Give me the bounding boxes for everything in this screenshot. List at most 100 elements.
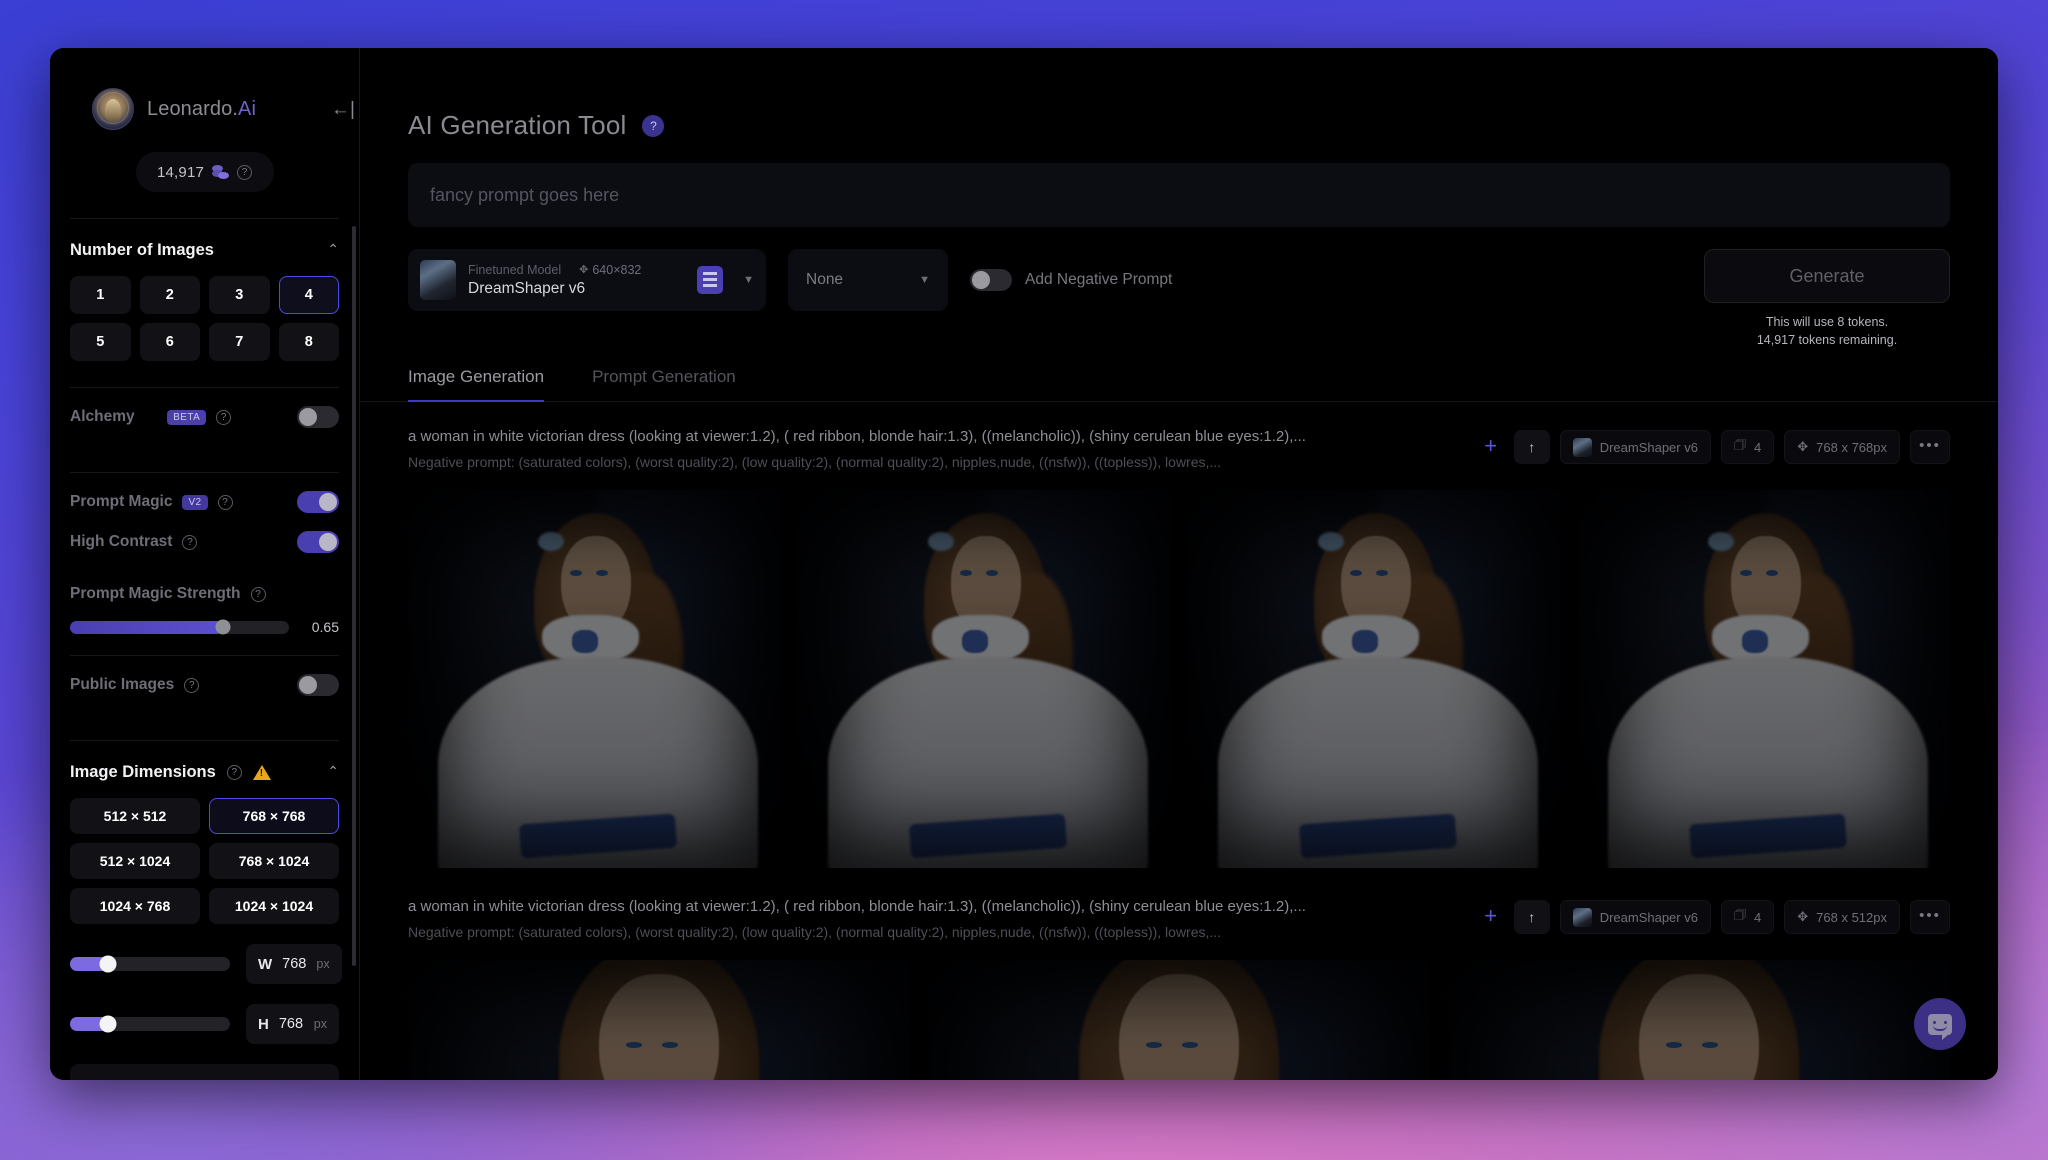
result-image[interactable]	[408, 960, 910, 1080]
result-prompt: a woman in white victorian dress (lookin…	[408, 898, 1306, 916]
size-chip-label: 768 x 512px	[1816, 909, 1887, 925]
flask-icon: ⚗	[144, 408, 158, 425]
count-chip[interactable]: 🗇 4	[1720, 430, 1775, 465]
model-chip-thumbnail	[1572, 907, 1592, 927]
image-count-option-3[interactable]: 3	[209, 276, 270, 314]
result-image[interactable]	[408, 490, 780, 869]
image-count-option-8[interactable]: 8	[278, 323, 339, 361]
tab-prompt-generation[interactable]: Prompt Generation	[592, 367, 736, 401]
model-type-icon	[697, 266, 724, 294]
brand-row[interactable]: Leonardo.Ai	[70, 48, 339, 130]
alchemy-beta-badge: BETA	[167, 409, 207, 425]
prompt-magic-version-badge: V2	[182, 494, 208, 510]
alchemy-toggle[interactable]	[297, 406, 339, 428]
result-image[interactable]	[928, 960, 1430, 1080]
upload-icon[interactable]: ↑	[1513, 430, 1550, 465]
collapse-sidebar-icon[interactable]: ←|	[329, 96, 357, 124]
height-slider[interactable]	[70, 1015, 230, 1033]
dimension-preset-768x768[interactable]: 768 × 768	[209, 798, 339, 834]
number-of-images-header[interactable]: Number of Images ⌃	[70, 219, 339, 260]
dimension-preset-512x512[interactable]: 512 × 512	[70, 798, 200, 834]
high-contrast-help-icon[interactable]: ?	[182, 534, 198, 550]
prompt-magic-strength-label: Prompt Magic Strength	[70, 585, 241, 602]
result-image[interactable]	[1578, 490, 1950, 869]
size-chip[interactable]: ✥ 768 x 512px	[1784, 900, 1900, 935]
result-negative-prompt: Negative prompt: (saturated colors), (wo…	[408, 924, 1222, 941]
height-input[interactable]: H 768 px	[246, 1004, 339, 1044]
token-help-icon[interactable]: ?	[237, 164, 253, 180]
count-chip[interactable]: 🗇 4	[1720, 900, 1775, 935]
public-images-toggle[interactable]	[297, 674, 339, 696]
public-images-help-icon[interactable]: ?	[184, 677, 200, 693]
number-of-images-title: Number of Images	[70, 241, 214, 259]
leonardo-logo-icon	[92, 88, 134, 130]
page-help-icon[interactable]: ?	[642, 114, 665, 137]
prompt-magic-label: Prompt Magic	[70, 493, 173, 510]
size-chip[interactable]: ✥ 768 x 768px	[1784, 430, 1900, 465]
prompt-input[interactable]: fancy prompt goes here	[408, 163, 1950, 227]
dimension-preset-512x1024[interactable]: 512 × 1024	[70, 843, 200, 879]
image-count-option-2[interactable]: 2	[139, 276, 200, 314]
more-options-icon[interactable]: •••	[1910, 900, 1950, 935]
token-balance-pill[interactable]: 14,917 ?	[135, 152, 274, 192]
tab-image-generation[interactable]: Image Generation	[408, 367, 545, 403]
image-count-option-7[interactable]: 7	[209, 323, 270, 361]
brand-name-accent: Ai	[238, 97, 256, 120]
images-stack-icon: 🗇	[1733, 437, 1747, 453]
model-selector[interactable]: Finetuned Model ✥ 640×832 DreamShaper v6 …	[408, 249, 766, 311]
width-axis-label: W	[258, 955, 273, 973]
add-icon[interactable]: +	[1478, 434, 1504, 460]
chevron-up-icon[interactable]: ⌃	[327, 763, 339, 780]
high-contrast-row: High Contrast ?	[70, 531, 339, 571]
width-input[interactable]: W 768 px	[246, 944, 342, 984]
image-dimensions-header[interactable]: Image Dimensions ? ⌃	[70, 741, 339, 782]
image-count-option-4[interactable]: 4	[278, 276, 339, 314]
result-image[interactable]	[798, 490, 1170, 869]
image-count-option-5[interactable]: 5	[70, 323, 131, 361]
dimension-preset-1024x768[interactable]: 1024 × 768	[70, 888, 200, 924]
page-title-row: AI Generation Tool ?	[408, 110, 1950, 141]
public-images-label: Public Images	[70, 676, 175, 693]
width-slider[interactable]	[70, 955, 230, 973]
more-options-icon[interactable]: •••	[1910, 430, 1950, 465]
dimension-preset-768x1024[interactable]: 768 × 1024	[209, 843, 339, 879]
content-tabs: Image Generation Prompt Generation	[360, 367, 1998, 403]
count-chip-label: 4	[1754, 439, 1762, 455]
image-count-option-1[interactable]: 1	[70, 276, 131, 314]
prompt-magic-strength-help-icon[interactable]: ?	[250, 586, 266, 602]
chevron-down-icon[interactable]: ▼	[743, 274, 754, 286]
prompt-magic-toggle[interactable]	[297, 491, 339, 513]
result-image[interactable]	[1448, 960, 1950, 1080]
result-block: a woman in white victorian dress (lookin…	[408, 868, 1950, 1080]
height-unit: px	[313, 1017, 327, 1031]
generate-note-line2: 14,917 tokens remaining.	[1756, 333, 1898, 348]
image-count-option-6[interactable]: 6	[139, 323, 200, 361]
results-list: a woman in white victorian dress (lookin…	[360, 402, 1998, 1080]
model-chip[interactable]: DreamShaper v6	[1559, 900, 1711, 935]
coins-icon	[212, 164, 230, 180]
dimension-preset-1024x1024[interactable]: 1024 × 1024	[209, 888, 339, 924]
model-chip[interactable]: DreamShaper v6	[1559, 430, 1711, 465]
aspect-ratio-select[interactable]: 1:1 ⌄	[70, 1064, 339, 1080]
add-icon[interactable]: +	[1478, 904, 1504, 930]
high-contrast-label: High Contrast	[70, 533, 173, 550]
move-icon: ✥	[1797, 909, 1809, 925]
result-negative-prompt: Negative prompt: (saturated colors), (wo…	[408, 454, 1222, 471]
generation-toolbar: Finetuned Model ✥ 640×832 DreamShaper v6 …	[408, 249, 1950, 349]
preset-select[interactable]: None ▼	[788, 249, 948, 311]
high-contrast-toggle[interactable]	[297, 531, 339, 553]
images-stack-icon: 🗇	[1733, 907, 1747, 923]
alchemy-help-icon[interactable]: ?	[216, 409, 232, 425]
prompt-magic-help-icon[interactable]: ?	[217, 494, 233, 510]
chat-widget-button[interactable]	[1914, 998, 1966, 1050]
generate-button[interactable]: Generate	[1704, 249, 1950, 303]
upload-icon[interactable]: ↑	[1513, 900, 1550, 935]
image-dimensions-help-icon[interactable]: ?	[226, 765, 242, 780]
sidebar-scrollbar[interactable]	[352, 226, 356, 966]
prompt-magic-strength-slider[interactable]	[70, 619, 289, 635]
negative-prompt-toggle[interactable]	[970, 269, 1012, 291]
chevron-up-icon[interactable]: ⌃	[327, 241, 339, 258]
page-title: AI Generation Tool	[408, 110, 627, 140]
result-image[interactable]	[1188, 490, 1560, 869]
model-chip-thumbnail	[1572, 437, 1592, 457]
